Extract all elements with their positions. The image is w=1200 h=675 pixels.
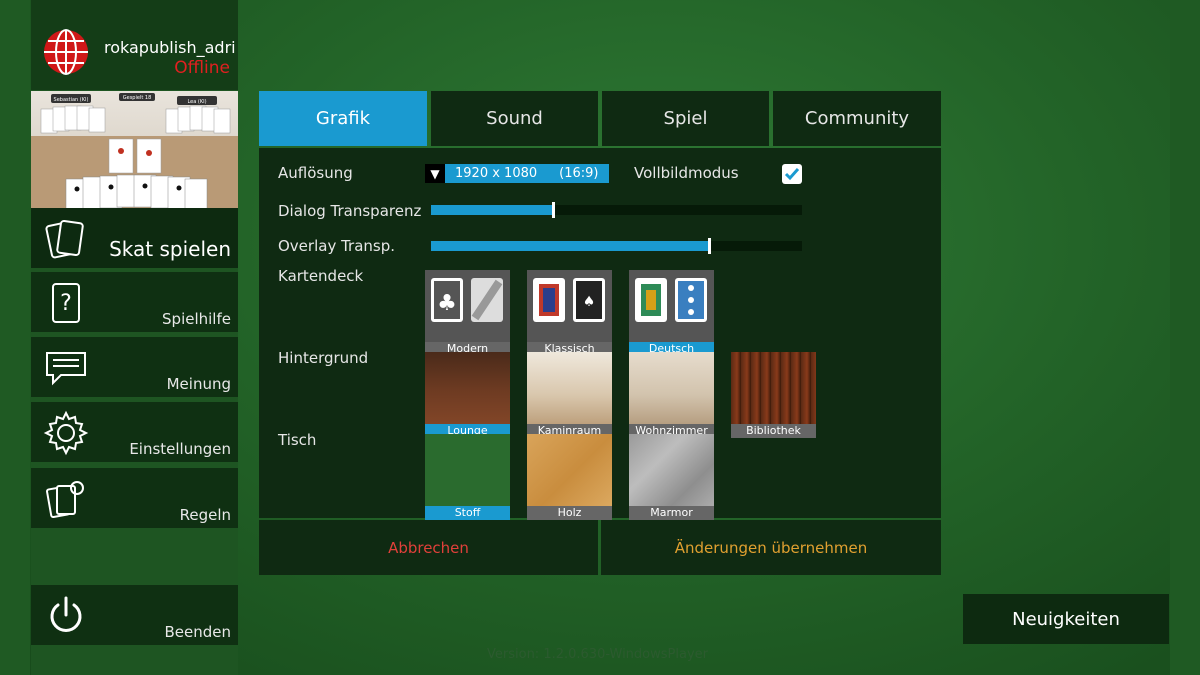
nav-label-einstellungen: Einstellungen <box>129 440 231 458</box>
overlay-transparency-fill <box>431 241 709 251</box>
dialog-transparency-label: Dialog Transparenz <box>278 202 422 220</box>
news-button[interactable]: Neuigkeiten <box>963 594 1169 644</box>
deck-label: Kartendeck <box>278 267 364 285</box>
right-edge <box>1170 0 1200 675</box>
chat-icon <box>46 352 86 386</box>
tab-community[interactable]: Community <box>773 91 941 146</box>
nav-label-beenden: Beenden <box>164 623 231 641</box>
svg-text:♣: ♣ <box>437 291 457 316</box>
username: rokapublish_adri <box>104 38 236 57</box>
gear-icon <box>43 410 89 456</box>
dialog-transparency-thumb[interactable] <box>552 202 555 218</box>
apply-changes-button[interactable]: Änderungen übernehmen <box>601 520 941 575</box>
background-option-kaminraum[interactable]: Kaminraum <box>527 352 612 438</box>
nav-label-spielhilfe: Spielhilfe <box>162 310 231 328</box>
fullscreen-checkbox[interactable] <box>782 164 802 184</box>
resolution-select[interactable]: ▼ 1920 x 1080 (16:9) <box>425 164 609 183</box>
resolution-label: Auflösung <box>278 164 353 182</box>
background-option-lounge[interactable]: Lounge <box>425 352 510 438</box>
overlay-transparency-label: Overlay Transp. <box>278 237 396 255</box>
overlay-transparency-thumb[interactable] <box>708 238 711 254</box>
nav-meinung[interactable]: Meinung <box>31 337 238 397</box>
rules-cards-icon <box>46 481 84 519</box>
nav-beenden[interactable]: Beenden <box>31 585 238 645</box>
table-caption-stoff: Stoff <box>425 506 510 520</box>
deck-option-deutsch[interactable]: Deutsch <box>629 270 714 356</box>
tab-spiel[interactable]: Spiel <box>602 91 769 146</box>
table-option-stoff[interactable]: Stoff <box>425 434 510 520</box>
resolution-value: 1920 x 1080 <box>455 166 538 181</box>
left-edge <box>0 0 30 675</box>
resolution-ratio: (16:9) <box>559 166 599 181</box>
game-preview-image: Sebastian (KI) Lea (KI) Gespielt 18 <box>31 91 238 209</box>
svg-text:♠: ♠ <box>583 294 596 310</box>
nav-label-regeln: Regeln <box>179 506 231 524</box>
online-status: Offline <box>174 58 230 78</box>
background-label: Hintergrund <box>278 349 369 367</box>
fullscreen-label: Vollbildmodus <box>634 164 739 182</box>
tab-sound[interactable]: Sound <box>431 91 598 146</box>
german-deck-preview <box>635 278 707 322</box>
preview-player-right: Lea (KI) <box>187 99 206 105</box>
modern-deck-preview: ♣ <box>431 278 503 322</box>
nav-spielhilfe[interactable]: ? Spielhilfe <box>31 272 238 332</box>
preview-player-left: Sebastian (KI) <box>54 97 89 103</box>
triangle-down-icon: ▼ <box>425 164 445 183</box>
nav-regeln[interactable]: Regeln <box>31 468 238 528</box>
preview-bid: Gespielt 18 <box>123 95 152 101</box>
dialog-transparency-slider[interactable] <box>431 202 802 218</box>
table-caption-marmor: Marmor <box>629 506 714 520</box>
settings-tabs: Grafik Sound Spiel Community <box>259 91 941 146</box>
cards-icon <box>45 220 84 259</box>
table-option-marmor[interactable]: Marmor <box>629 434 714 520</box>
svg-text:?: ? <box>60 291 72 316</box>
table-caption-holz: Holz <box>527 506 612 520</box>
help-card-icon: ? <box>52 283 80 323</box>
sidebar: rokapublish_adri Offline Sebastian (KI) … <box>31 0 238 675</box>
power-icon <box>50 596 82 632</box>
profile-panel: rokapublish_adri Offline <box>31 0 238 90</box>
tab-grafik[interactable]: Grafik <box>259 91 427 146</box>
dialog-transparency-fill <box>431 205 553 215</box>
nav-skat-spielen[interactable]: Skat spielen <box>31 208 238 268</box>
background-option-wohnzimmer[interactable]: Wohnzimmer <box>629 352 714 438</box>
nav-label-skat-spielen: Skat spielen <box>109 237 231 261</box>
table-label: Tisch <box>278 431 317 449</box>
version-text: Version: 1.2.0.630-WindowsPlayer <box>487 647 708 662</box>
checkmark-icon <box>784 168 800 181</box>
globe-icon <box>44 29 88 75</box>
classic-deck-preview: ♠ <box>533 278 605 322</box>
nav-label-meinung: Meinung <box>166 375 231 393</box>
deck-option-klassisch[interactable]: ♠ Klassisch <box>527 270 612 356</box>
background-option-bibliothek[interactable]: Bibliothek <box>731 352 816 438</box>
cancel-button[interactable]: Abbrechen <box>259 520 598 575</box>
deck-option-modern[interactable]: ♣ Modern <box>425 270 510 356</box>
graphics-settings-panel: Auflösung ▼ 1920 x 1080 (16:9) Vollbildm… <box>259 148 941 520</box>
overlay-transparency-slider[interactable] <box>431 238 802 254</box>
nav-einstellungen[interactable]: Einstellungen <box>31 402 238 462</box>
background-caption-bibliothek: Bibliothek <box>731 424 816 438</box>
table-option-holz[interactable]: Holz <box>527 434 612 520</box>
